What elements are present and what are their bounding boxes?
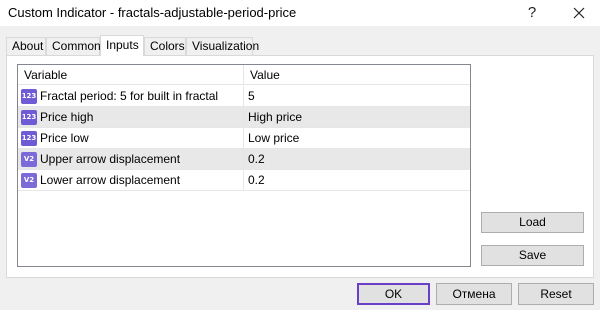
inputs-table: Variable Value 123 Fractal period: 5 for… (17, 64, 471, 267)
row-value[interactable]: 0.2 (248, 170, 265, 191)
tab-common[interactable]: Common (46, 37, 101, 55)
double-type-icon: V2 (21, 152, 37, 167)
row-variable: Price low (40, 131, 89, 145)
tab-inputs[interactable]: Inputs (100, 35, 144, 56)
column-header-variable[interactable]: Variable (18, 65, 243, 85)
window-title: Custom Indicator - fractals-adjustable-p… (8, 5, 297, 20)
row-variable: Price high (40, 110, 94, 124)
dialog-body: About Common Inputs Colors Visualization… (0, 26, 600, 310)
table-row[interactable]: 123 Fractal period: 5 for built in fract… (18, 86, 470, 107)
table-row[interactable]: V2 Upper arrow displacement 0.2 (18, 149, 470, 170)
integer-type-icon: 123 (21, 89, 37, 104)
close-icon (573, 7, 585, 19)
row-value[interactable]: 0.2 (248, 149, 265, 170)
integer-type-icon: 123 (21, 110, 37, 125)
title-bar: Custom Indicator - fractals-adjustable-p… (0, 0, 600, 26)
tab-visualization[interactable]: Visualization (186, 37, 259, 55)
row-variable: Lower arrow displacement (40, 173, 181, 187)
table-header: Variable Value (18, 65, 470, 85)
help-button[interactable]: ? (520, 0, 544, 26)
save-button[interactable]: Save (481, 245, 584, 266)
row-value[interactable]: Low price (248, 128, 299, 149)
double-type-icon: V2 (21, 173, 37, 188)
cell-divider (243, 170, 244, 191)
ok-button[interactable]: OK (357, 283, 430, 305)
cancel-button[interactable]: Отмена (436, 283, 512, 305)
row-variable: Fractal period: 5 for built in fractal (40, 89, 219, 103)
row-variable: Upper arrow displacement (40, 152, 181, 166)
row-value[interactable]: 5 (248, 86, 255, 107)
cell-divider (243, 128, 244, 149)
column-header-value[interactable]: Value (244, 65, 470, 85)
load-button[interactable]: Load (481, 212, 584, 233)
close-button[interactable] (566, 0, 592, 26)
tab-about[interactable]: About (6, 37, 46, 55)
table-row[interactable]: 123 Price high High price (18, 107, 470, 128)
reset-button[interactable]: Reset (518, 283, 594, 305)
table-row[interactable]: 123 Price low Low price (18, 128, 470, 149)
inputs-panel: Variable Value 123 Fractal period: 5 for… (6, 55, 594, 278)
tab-colors[interactable]: Colors (144, 37, 186, 55)
row-value[interactable]: High price (248, 107, 302, 128)
cell-divider (243, 86, 244, 107)
cell-divider (243, 149, 244, 170)
cell-divider (243, 107, 244, 128)
table-row[interactable]: V2 Lower arrow displacement 0.2 (18, 170, 470, 191)
integer-type-icon: 123 (21, 131, 37, 146)
